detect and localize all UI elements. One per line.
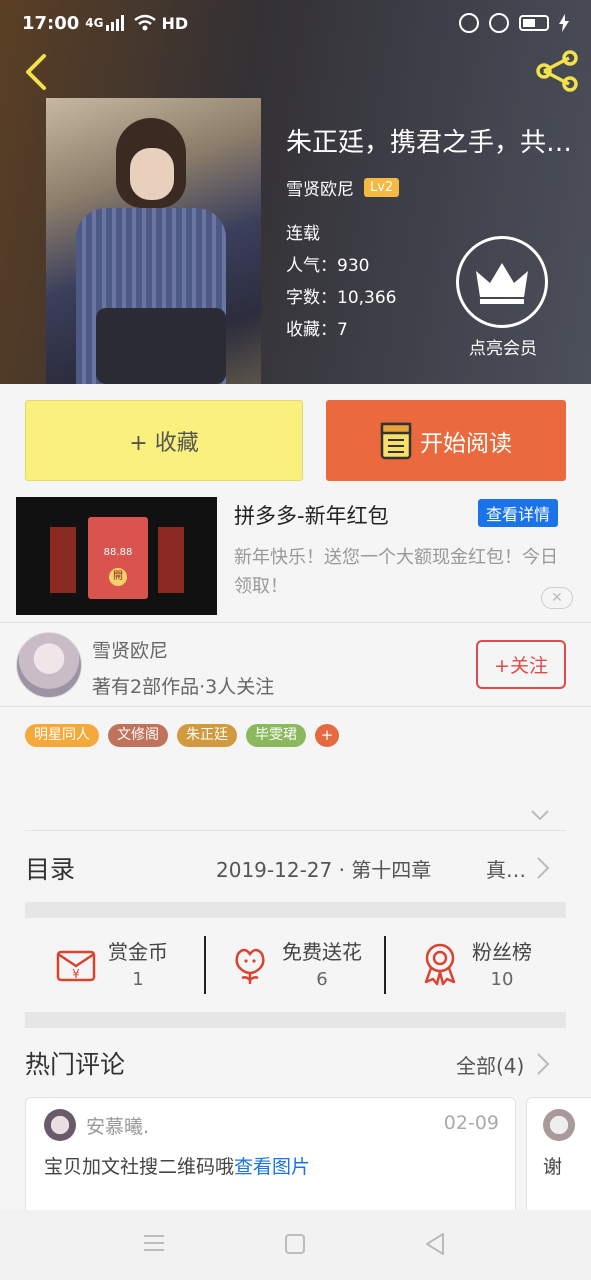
svg-text:¥: ¥	[72, 967, 80, 981]
view-image-link[interactable]: 查看图片	[234, 1156, 310, 1178]
divider	[204, 936, 206, 994]
flower-icon	[235, 948, 265, 984]
follow-button[interactable]: +关注	[476, 640, 566, 689]
author-avatar[interactable]	[16, 632, 82, 698]
book-author[interactable]: 雪贤欧尼	[286, 175, 354, 200]
home-icon[interactable]	[285, 1234, 305, 1254]
tag-item[interactable]: 明星同人	[25, 724, 99, 747]
wifi-icon	[133, 14, 156, 31]
menu-icon[interactable]	[144, 1234, 164, 1252]
book-title: 朱正廷，携君之手，共…	[286, 128, 573, 158]
hot-comments-label: 热门评论	[25, 1050, 126, 1079]
alarm-icon	[489, 13, 509, 33]
stat-value: 1	[132, 969, 144, 990]
ad-close-icon[interactable]: ✕	[541, 587, 573, 609]
comment-text: 宝贝加文社搜二维码哦	[44, 1156, 235, 1178]
vip-label: 点亮会员	[469, 339, 537, 359]
comment-card[interactable]: 安慕曦. 02-09 宝贝加文社搜二维码哦查看图片	[25, 1097, 516, 1217]
ad-thumb-button: 開	[109, 568, 127, 586]
comment-card[interactable]: 谢	[526, 1097, 591, 1217]
ad-detail-button[interactable]: 查看详情	[478, 499, 559, 527]
tag-list: 明星同人 文修阁 朱正廷 毕雯珺 +	[25, 724, 339, 747]
medal-icon	[424, 943, 456, 986]
comment-date: 02-09	[443, 1112, 499, 1134]
hd-indicator: HD	[161, 13, 189, 33]
collect-button[interactable]: + 收藏	[25, 400, 303, 481]
divider	[25, 830, 566, 831]
network-indicator: 4G	[85, 16, 104, 30]
comment-username[interactable]: 安慕曦.	[86, 1112, 149, 1139]
section-separator	[25, 1012, 566, 1028]
author-stats: 著有2部作品·3人关注	[92, 676, 275, 698]
stat-label: 免费送花	[282, 940, 362, 964]
divider	[0, 622, 591, 623]
comment-text: 谢	[543, 1156, 563, 1178]
chevron-right-icon[interactable]	[536, 1052, 550, 1076]
share-icon[interactable]	[534, 48, 580, 94]
book-icon	[380, 422, 412, 459]
section-separator	[25, 902, 566, 918]
start-reading-label: 开始阅读	[420, 430, 512, 457]
stat-label: 粉丝榜	[472, 940, 532, 964]
toc-label[interactable]: 目录	[25, 850, 75, 886]
author-name[interactable]: 雪贤欧尼	[92, 636, 168, 663]
chevron-down-icon[interactable]	[530, 808, 550, 822]
toc-latest-chapter[interactable]: 真…	[486, 854, 526, 883]
status-bar: 17:00 4G HD	[0, 0, 591, 46]
comment-avatar[interactable]	[543, 1109, 575, 1141]
stat-label: 赏金币	[108, 940, 168, 964]
ad-image[interactable]: 88.88 開	[16, 497, 217, 615]
comment-avatar[interactable]	[44, 1109, 76, 1141]
all-comments-link[interactable]: 全部(4)	[456, 1050, 524, 1079]
tag-item[interactable]: 朱正廷	[177, 724, 237, 747]
book-cover-image[interactable]	[46, 98, 261, 384]
level-badge: Lv2	[364, 178, 400, 197]
toc-latest-date[interactable]: 2019-12-27 · 第十四章	[216, 854, 431, 883]
signal-icon	[105, 15, 124, 31]
back-triangle-icon[interactable]	[425, 1232, 445, 1256]
charging-icon	[559, 14, 569, 32]
battery-icon	[519, 15, 549, 31]
do-not-disturb-icon	[459, 13, 479, 33]
stat-value: 10	[490, 969, 514, 990]
crown-icon	[476, 263, 528, 304]
ad-thumb-amount: 88.88	[103, 547, 133, 558]
send-flowers-button[interactable]: 免费送花 6	[228, 936, 362, 996]
tag-item[interactable]: 文修阁	[108, 724, 168, 747]
back-arrow-icon[interactable]	[18, 52, 58, 92]
stat-value: 6	[316, 969, 328, 990]
ad-title[interactable]: 拼多多-新年红包	[234, 500, 389, 530]
divider	[384, 936, 386, 994]
system-nav-bar	[0, 1210, 591, 1280]
divider	[0, 706, 591, 707]
tag-item[interactable]: 毕雯珺	[246, 724, 306, 747]
status-time: 17:00	[22, 12, 80, 34]
reward-coins-button[interactable]: ¥ 赏金币 1	[54, 936, 168, 996]
chevron-right-icon[interactable]	[536, 856, 550, 880]
vip-button[interactable]: 点亮会员	[456, 236, 550, 359]
ad-description: 新年快乐！送您一个大额现金红包！今日领取！	[234, 547, 558, 597]
start-reading-button[interactable]: 开始阅读	[326, 400, 566, 481]
more-tags-button[interactable]: +	[315, 724, 339, 747]
comment-body: 宝贝加文社搜二维码哦查看图片	[44, 1152, 310, 1179]
red-envelope-icon: ¥	[56, 950, 96, 982]
fan-ranking-button[interactable]: 粉丝榜 10	[418, 936, 532, 996]
